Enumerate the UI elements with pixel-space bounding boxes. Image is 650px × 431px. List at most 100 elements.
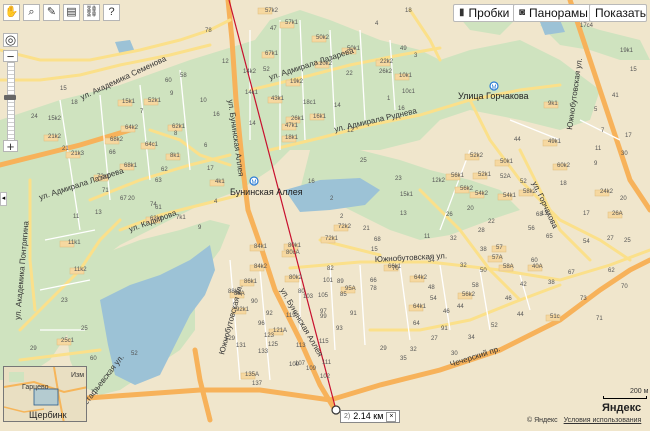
house-number-label: 47	[270, 26, 277, 32]
house-number-label: 67k1	[265, 51, 279, 57]
house-number-label: 14	[249, 121, 256, 127]
house-number-label: 60	[165, 78, 172, 84]
house-number-label: 27	[607, 236, 614, 242]
house-number-label: 23	[395, 176, 402, 182]
house-number-label: 7k1	[176, 215, 186, 221]
house-number-label: 50k1	[347, 46, 361, 52]
house-number-label: 15	[371, 247, 378, 253]
terms-link[interactable]: Условия использования	[564, 417, 642, 424]
house-number-label: 50k1	[500, 159, 514, 165]
house-number-label: 48	[428, 285, 435, 291]
house-number-label: 32	[450, 236, 457, 242]
house-number-label: 26	[446, 212, 453, 218]
house-number-label: 96	[258, 321, 265, 327]
house-number-label: 11	[73, 214, 80, 220]
panoramas-button[interactable]: ◙ Панорамы	[513, 4, 594, 22]
zoom-area-button[interactable]: ⌕	[23, 4, 40, 21]
minimap-label: Щербинк	[29, 410, 67, 420]
house-number-label: 17	[207, 166, 214, 172]
house-number-label: 62	[608, 268, 615, 274]
house-number-label: 64k2	[125, 125, 139, 131]
house-number-label: 57	[496, 245, 503, 251]
house-number-label: 32	[410, 347, 417, 353]
zoom-out-button[interactable]: −	[3, 50, 18, 63]
map-canvas[interactable]: M M ул. Академика Семенова ул. Бунинская…	[0, 0, 650, 431]
zoom-slider[interactable]	[7, 62, 15, 142]
house-number-label: 20	[128, 196, 135, 202]
house-number-label: 60k2	[557, 163, 571, 169]
print-button[interactable]: ▤	[63, 4, 80, 21]
minimap-label: Гарцево	[22, 384, 49, 391]
house-number-label: 58	[472, 283, 479, 289]
house-number-label: 123	[264, 333, 275, 339]
house-number-label: 26A	[612, 211, 623, 217]
house-number-label: 30	[621, 151, 628, 157]
house-number-label: 52k1	[148, 98, 162, 104]
chevron-left-icon: ◂	[1, 195, 6, 202]
route-number: 2)	[344, 413, 351, 420]
house-number-label: 52k2	[470, 153, 484, 159]
house-number-label: 24k2	[600, 189, 614, 195]
house-number-label: 68	[374, 237, 381, 243]
house-number-label: 73	[580, 296, 587, 302]
house-number-label: 42	[520, 282, 527, 288]
house-number-label: 40A	[532, 264, 543, 270]
metro-label: Улица Горчакова	[458, 91, 529, 101]
zoom-slider-thumb[interactable]	[4, 95, 16, 100]
house-number-label: 12k2	[432, 178, 446, 184]
house-number-label: 50k2	[316, 35, 330, 41]
house-number-label: 90	[251, 299, 258, 305]
house-number-label: 91	[350, 311, 357, 317]
house-number-label: 26k2	[379, 69, 393, 75]
house-number-label: 25	[360, 158, 367, 164]
house-number-label: 80cA	[286, 250, 300, 256]
show-dropdown[interactable]: Показать ▾	[589, 4, 647, 22]
house-number-label: 18	[71, 100, 78, 106]
house-number-label: 10	[200, 98, 207, 104]
house-number-label: 54	[583, 239, 590, 245]
house-number-label: 95A	[345, 286, 356, 292]
house-number-label: 72c1	[97, 174, 111, 180]
house-number-label: 14	[334, 103, 341, 109]
house-number-label: 27	[431, 336, 438, 342]
zoom-in-button[interactable]: +	[3, 140, 18, 153]
house-number-label: 97	[320, 309, 327, 315]
house-number-label: 35	[400, 356, 407, 362]
house-number-label: 52k1	[478, 172, 492, 178]
link-button[interactable]: ⛓	[83, 4, 100, 21]
ruler-icon: ✎	[46, 6, 57, 18]
house-number-label: 11	[424, 234, 431, 240]
house-number-label: 111	[322, 360, 332, 366]
house-number-label: 19k2	[290, 79, 304, 85]
house-number-label: 58A	[503, 264, 514, 270]
house-number-label: 67	[568, 270, 575, 276]
house-number-label: 52	[263, 67, 270, 73]
minimap[interactable]: Гарцево Изм Щербинк	[3, 366, 87, 422]
copyright-bar: © Яндекс Условия использования	[527, 417, 641, 424]
house-number-label: 30	[451, 351, 458, 357]
house-number-label: 29	[30, 346, 37, 352]
close-icon[interactable]: ×	[386, 411, 397, 422]
route-distance-badge[interactable]: 2) 2.14 км ×	[340, 410, 401, 423]
target-icon: ◎	[4, 32, 17, 47]
left-panel-toggle[interactable]: ◂	[0, 192, 7, 206]
house-number-label: 8k1	[170, 153, 180, 159]
link-icon: ⛓	[84, 6, 99, 18]
house-number-label: 68	[536, 212, 543, 218]
house-number-label: 16k1	[313, 114, 327, 120]
house-number-label: 22k2	[380, 59, 394, 65]
traffic-button[interactable]: ▮ Пробки	[453, 4, 516, 22]
house-number-label: 129	[225, 336, 236, 342]
print-icon: ▤	[66, 6, 77, 18]
house-number-label: 62	[161, 167, 168, 173]
house-number-label: 80k1	[288, 243, 302, 249]
hand-tool-button[interactable]: ✋	[3, 4, 20, 21]
house-number-label: 22	[346, 71, 353, 77]
house-number-label: 21	[62, 146, 69, 152]
ruler-button[interactable]: ✎	[43, 4, 60, 21]
house-number-label: 18	[560, 181, 567, 187]
house-number-label: 49k1	[548, 139, 562, 145]
help-button[interactable]: ?	[103, 4, 120, 21]
reset-view-button[interactable]: ◎	[3, 33, 18, 47]
house-number-label: 78	[370, 286, 377, 292]
